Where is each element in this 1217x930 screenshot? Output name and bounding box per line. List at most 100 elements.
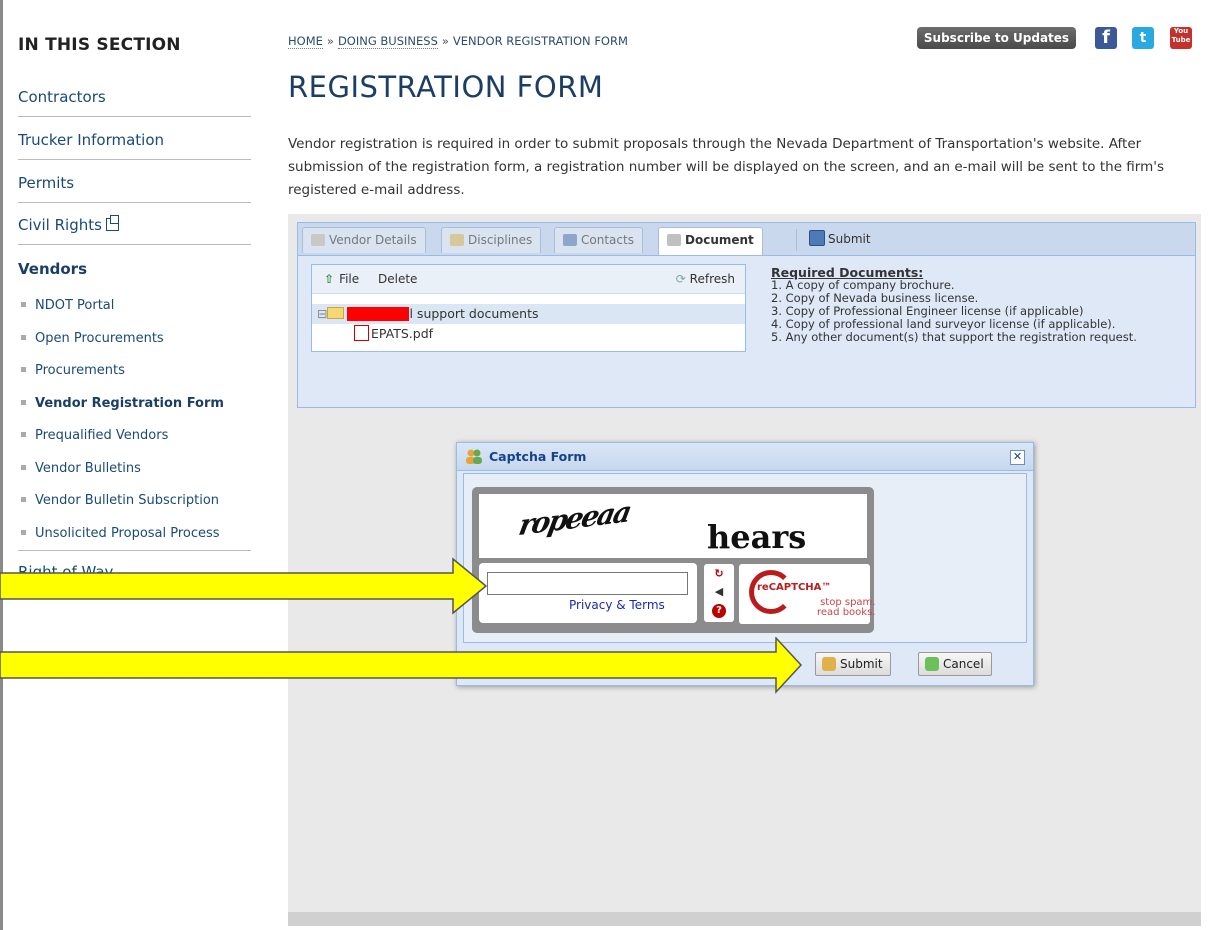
tab-label: Document bbox=[685, 233, 754, 247]
sidebar-subitem-vendor-registration-form[interactable]: Vendor Registration Form bbox=[18, 396, 224, 411]
paperclip-icon bbox=[667, 234, 681, 246]
sidebar-item-label: Civil Rights bbox=[18, 216, 102, 234]
captcha-input[interactable] bbox=[487, 572, 688, 595]
recaptcha-tagline: stop spam. read books. bbox=[817, 597, 876, 618]
external-link-icon bbox=[105, 215, 119, 231]
sidebar-subitem-label: Open Procurements bbox=[35, 331, 164, 346]
sidebar-subitem-label: Unsolicited Proposal Process bbox=[35, 526, 220, 541]
sidebar-subitem-unsolicited-proposal-process[interactable]: Unsolicited Proposal Process bbox=[18, 526, 220, 541]
users-icon bbox=[466, 449, 482, 464]
sidebar-subitem-vendor-bulletin-subscription[interactable]: Vendor Bulletin Subscription bbox=[18, 493, 219, 508]
breadcrumb: HOME» DOING BUSINESS» VENDOR REGISTRATION … bbox=[288, 34, 628, 49]
tree-file-row[interactable]: EPATS.pdf bbox=[354, 324, 734, 344]
cancel-label: Cancel bbox=[943, 657, 984, 671]
breadcrumb-doing-business[interactable]: DOING BUSINESS bbox=[337, 34, 438, 49]
dialog-body: ropeeaa hears Privacy & Terms ↻ ◀ ? reCA… bbox=[463, 473, 1027, 643]
subscribe-button[interactable]: Subscribe to Updates bbox=[917, 27, 1076, 49]
folder-icon bbox=[327, 307, 345, 319]
tab-disciplines[interactable]: Disciplines bbox=[441, 227, 542, 253]
close-icon[interactable]: ✕ bbox=[1010, 450, 1025, 465]
bullet-icon bbox=[21, 400, 26, 405]
upload-label: File bbox=[339, 272, 360, 286]
document-tree: ⇧ File Delete ⟳ Refresh ⊟ l support docume… bbox=[311, 264, 746, 352]
folder-label: l support documents bbox=[409, 306, 539, 321]
sidebar-divider bbox=[18, 550, 251, 551]
sidebar-subitem-ndot-portal[interactable]: NDOT Portal bbox=[18, 298, 114, 313]
breadcrumb-separator: » bbox=[441, 34, 449, 48]
sidebar-item-permits[interactable]: Permits bbox=[18, 174, 251, 203]
privacy-terms-link[interactable]: Privacy & Terms bbox=[569, 598, 665, 612]
form-submit-label: Submit bbox=[828, 232, 871, 246]
breadcrumb-home[interactable]: HOME bbox=[288, 34, 323, 49]
captcha-word-1: ropeeaa bbox=[516, 494, 633, 543]
captcha-input-area: Privacy & Terms bbox=[479, 563, 697, 623]
refresh-label: Refresh bbox=[689, 272, 735, 286]
help-icon[interactable]: ? bbox=[712, 604, 726, 618]
redacted-area bbox=[347, 307, 410, 321]
bullet-icon bbox=[21, 530, 26, 535]
intro-text: Vendor registration is required in order… bbox=[288, 136, 1164, 198]
tree-toolbar: ⇧ File Delete ⟳ Refresh bbox=[312, 265, 745, 294]
tab-vendor-details[interactable]: Vendor Details bbox=[302, 227, 426, 253]
upload-file-button[interactable]: ⇧ File bbox=[324, 272, 359, 286]
cancel-icon bbox=[925, 657, 939, 671]
refresh-button[interactable]: ⟳ Refresh bbox=[676, 272, 735, 286]
window-edge bbox=[0, 0, 3, 930]
save-icon bbox=[809, 230, 825, 246]
dialog-title: Captcha Form bbox=[489, 449, 587, 464]
gear-icon bbox=[311, 234, 325, 246]
sidebar-subitem-label: Procurements bbox=[35, 363, 125, 378]
refresh-icon: ⟳ bbox=[675, 272, 690, 286]
sidebar-subitem-label: Prequalified Vendors bbox=[35, 428, 169, 443]
sidebar-item-trucker-information[interactable]: Trucker Information bbox=[18, 131, 251, 160]
facebook-icon[interactable]: f bbox=[1095, 27, 1117, 49]
tab-strip: Vendor Details Disciplines Contacts Docu… bbox=[298, 223, 1195, 256]
reload-icon[interactable]: ↻ bbox=[712, 567, 726, 581]
bullet-icon bbox=[21, 367, 26, 372]
sidebar-subitem-procurements[interactable]: Procurements bbox=[18, 363, 125, 378]
bullet-icon bbox=[21, 497, 26, 502]
captcha-controls: ↻ ◀ ? bbox=[704, 564, 734, 622]
tab-label: Vendor Details bbox=[329, 233, 417, 247]
submit-icon bbox=[822, 657, 836, 671]
document-tab-body: ⇧ File Delete ⟳ Refresh ⊟ l support docume… bbox=[298, 256, 1195, 407]
youtube-icon[interactable]: You Tube bbox=[1170, 27, 1192, 49]
pdf-icon bbox=[354, 325, 369, 341]
captcha-image: ropeeaa hears bbox=[479, 494, 867, 558]
required-item: 5. Any other document(s) that support th… bbox=[771, 330, 1137, 344]
tab-contacts[interactable]: Contacts bbox=[554, 227, 643, 253]
sidebar-subitem-vendor-bulletins[interactable]: Vendor Bulletins bbox=[18, 461, 141, 476]
sidebar-item-vendors[interactable]: Vendors bbox=[18, 260, 251, 288]
sidebar-subitem-label: Vendor Bulletin Subscription bbox=[35, 493, 220, 508]
tree-folder-row[interactable]: ⊟ l support documents bbox=[312, 304, 745, 324]
sidebar-subitem-label: Vendor Bulletins bbox=[35, 461, 141, 476]
annotation-arrow-submit bbox=[0, 637, 803, 694]
page-title: REGISTRATION FORM bbox=[288, 70, 604, 104]
upload-icon: ⇧ bbox=[324, 272, 335, 286]
sidebar-subitem-prequalified-vendors[interactable]: Prequalified Vendors bbox=[18, 428, 168, 443]
sidebar-item-civil-rights[interactable]: Civil Rights bbox=[18, 215, 251, 245]
breadcrumb-separator: » bbox=[326, 34, 334, 48]
delete-button[interactable]: Delete bbox=[378, 272, 417, 286]
recaptcha-widget: ropeeaa hears Privacy & Terms ↻ ◀ ? reCA… bbox=[472, 487, 876, 633]
sidebar-subitem-open-procurements[interactable]: Open Procurements bbox=[18, 331, 164, 346]
bullet-icon bbox=[21, 465, 26, 470]
tab-label: Contacts bbox=[581, 233, 634, 247]
audio-icon[interactable]: ◀ bbox=[712, 585, 726, 599]
sidebar-subitem-label: Vendor Registration Form bbox=[35, 396, 224, 411]
form-submit-button[interactable]: Submit bbox=[809, 227, 871, 252]
bullet-icon bbox=[21, 432, 26, 437]
collapse-toggle-icon[interactable]: ⊟ bbox=[317, 306, 327, 321]
user-icon bbox=[563, 234, 577, 246]
captcha-submit-button[interactable]: Submit bbox=[815, 652, 891, 676]
tab-divider bbox=[796, 229, 797, 251]
anchor-icon bbox=[450, 234, 464, 246]
tab-document[interactable]: Document bbox=[658, 227, 763, 255]
sidebar-item-contractors[interactable]: Contractors bbox=[18, 88, 251, 117]
scroll-area-bottom bbox=[288, 912, 1201, 926]
dialog-header: Captcha Form ✕ bbox=[457, 443, 1033, 471]
twitter-icon[interactable]: t bbox=[1132, 27, 1154, 49]
submit-label: Submit bbox=[840, 657, 883, 671]
captcha-cancel-button[interactable]: Cancel bbox=[918, 652, 992, 676]
annotation-arrow-input bbox=[0, 557, 488, 615]
